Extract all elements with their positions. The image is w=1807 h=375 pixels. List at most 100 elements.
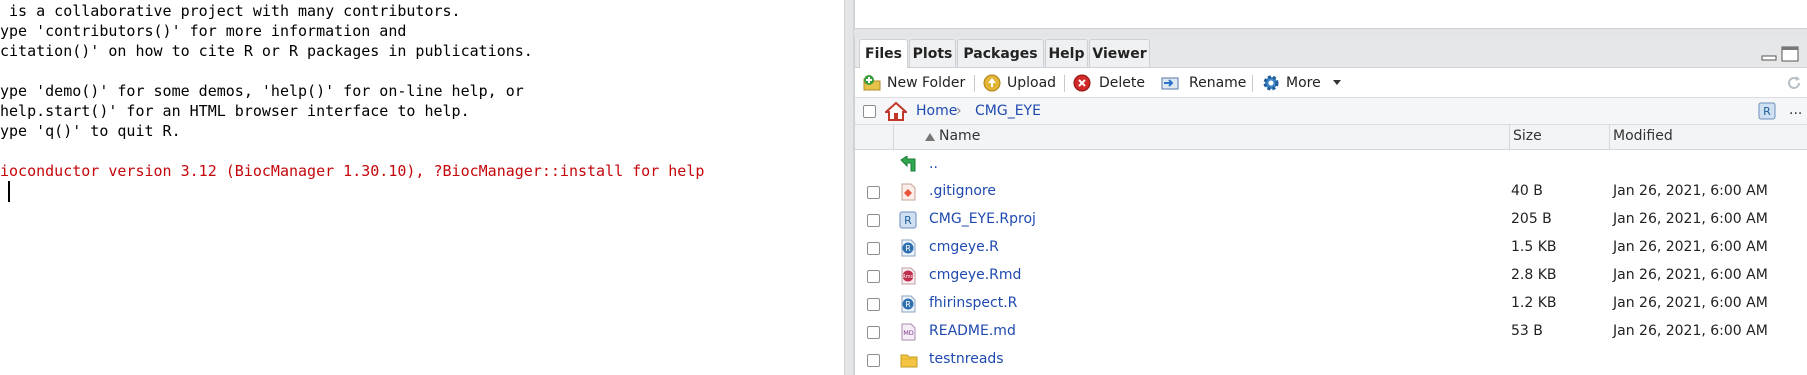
- files-pane: Files Plots Packages Help Viewer New Fol…: [854, 37, 1807, 375]
- file-name[interactable]: cmgeye.Rmd: [929, 267, 1021, 283]
- file-name[interactable]: .gitignore: [929, 183, 996, 199]
- up-arrow-icon: [900, 156, 916, 172]
- delete-label: Delete: [1099, 75, 1145, 91]
- parent-directory-row[interactable]: ..: [855, 151, 1807, 179]
- upload-button[interactable]: Upload: [983, 73, 1057, 93]
- minimize-pane-icon[interactable]: [1761, 48, 1777, 62]
- delete-button[interactable]: Delete: [1073, 73, 1145, 93]
- refresh-icon[interactable]: [1785, 74, 1803, 92]
- breadcrumb: Home › CMG_EYE R ...: [855, 98, 1807, 125]
- breadcrumb-cmg-eye[interactable]: CMG_EYE: [975, 103, 1041, 119]
- rename-button[interactable]: Rename: [1161, 73, 1246, 93]
- column-divider: [1509, 125, 1510, 150]
- console-line: citation()' on how to cite R or R packag…: [0, 42, 533, 60]
- file-modified: Jan 26, 2021, 6:00 AM: [1613, 183, 1768, 199]
- more-button[interactable]: More: [1262, 73, 1342, 93]
- gear-icon: [1263, 75, 1279, 91]
- column-name[interactable]: Name: [939, 128, 980, 144]
- console-line: ype 'q()' to quit R.: [0, 122, 181, 140]
- file-size: 1.2 KB: [1511, 295, 1557, 311]
- file-modified: Jan 26, 2021, 6:00 AM: [1613, 267, 1768, 283]
- file-size: 40 B: [1511, 183, 1543, 199]
- column-divider: [1609, 125, 1610, 150]
- pane-tabbar: Files Plots Packages Help Viewer: [855, 37, 1807, 68]
- md-file-icon: MD: [901, 323, 916, 341]
- svg-text:R: R: [905, 300, 911, 309]
- table-row[interactable]: testnreads: [855, 346, 1807, 374]
- breadcrumb-separator: ›: [956, 103, 962, 119]
- svg-text:Rmd: Rmd: [902, 274, 914, 280]
- column-size[interactable]: Size: [1513, 128, 1542, 144]
- row-checkbox[interactable]: [867, 270, 880, 283]
- new-folder-icon: [863, 75, 881, 91]
- new-folder-label: New Folder: [887, 75, 966, 91]
- rename-label: Rename: [1189, 75, 1247, 91]
- table-row[interactable]: R cmgeye.R 1.5 KB Jan 26, 2021, 6:00 AM: [855, 234, 1807, 262]
- console-line: help.start()' for an HTML browser interf…: [0, 102, 470, 120]
- new-folder-button[interactable]: New Folder: [863, 73, 966, 93]
- pane-splitter[interactable]: [844, 0, 854, 375]
- file-name[interactable]: CMG_EYE.Rproj: [929, 211, 1036, 227]
- rmd-file-icon: Rmd: [901, 267, 916, 285]
- tab-viewer[interactable]: Viewer: [1089, 39, 1150, 67]
- table-row[interactable]: R CMG_EYE.Rproj 205 B Jan 26, 2021, 6:00…: [855, 206, 1807, 234]
- row-checkbox[interactable]: [867, 214, 880, 227]
- select-all-checkbox[interactable]: [863, 105, 876, 118]
- file-modified: Jan 26, 2021, 6:00 AM: [1613, 211, 1768, 227]
- row-checkbox[interactable]: [867, 354, 880, 367]
- folder-icon: [900, 354, 918, 368]
- tab-plots[interactable]: Plots: [909, 39, 956, 67]
- pane-gap[interactable]: [854, 29, 1807, 37]
- tab-files[interactable]: Files: [859, 39, 908, 68]
- parent-directory-link[interactable]: ..: [929, 156, 938, 172]
- row-checkbox[interactable]: [867, 186, 880, 199]
- folder-name[interactable]: testnreads: [929, 351, 1004, 367]
- rename-icon: [1161, 77, 1179, 90]
- files-toolbar: New Folder Upload Delete Rename More: [855, 68, 1807, 98]
- file-size: 205 B: [1511, 211, 1552, 227]
- file-list-header: Name Size Modified: [855, 125, 1807, 150]
- rproj-file-icon: R: [899, 211, 917, 229]
- gitignore-file-icon: [901, 183, 916, 201]
- row-checkbox[interactable]: [867, 242, 880, 255]
- console-bioconductor-message: ioconductor version 3.12 (BiocManager 1.…: [0, 162, 705, 180]
- row-checkbox[interactable]: [867, 298, 880, 311]
- file-size: 2.8 KB: [1511, 267, 1557, 283]
- svg-text:R: R: [1763, 105, 1771, 118]
- r-file-icon: R: [901, 239, 916, 257]
- environment-pane: [854, 0, 1807, 29]
- sort-ascending-icon: [925, 133, 935, 141]
- delete-icon: [1073, 74, 1091, 92]
- file-size: 1.5 KB: [1511, 239, 1557, 255]
- column-modified[interactable]: Modified: [1613, 128, 1673, 144]
- path-overflow-menu[interactable]: ...: [1789, 102, 1802, 118]
- column-divider: [893, 125, 894, 150]
- maximize-pane-icon[interactable]: [1781, 46, 1799, 62]
- tab-packages[interactable]: Packages: [957, 39, 1044, 67]
- row-checkbox[interactable]: [867, 326, 880, 339]
- file-name[interactable]: fhirinspect.R: [929, 295, 1017, 311]
- tab-help[interactable]: Help: [1045, 39, 1088, 67]
- r-console[interactable]: is a collaborative project with many con…: [0, 0, 844, 375]
- upload-label: Upload: [1007, 75, 1057, 91]
- table-row[interactable]: MD README.md 53 B Jan 26, 2021, 6:00 AM: [855, 318, 1807, 346]
- console-line: ype 'demo()' for some demos, 'help()' fo…: [0, 82, 524, 100]
- table-row[interactable]: .gitignore 40 B Jan 26, 2021, 6:00 AM: [855, 178, 1807, 206]
- home-icon[interactable]: [885, 101, 907, 121]
- toolbar-divider: [974, 75, 975, 92]
- file-modified: Jan 26, 2021, 6:00 AM: [1613, 239, 1768, 255]
- file-modified: Jan 26, 2021, 6:00 AM: [1613, 323, 1768, 339]
- file-modified: Jan 26, 2021, 6:00 AM: [1613, 295, 1768, 311]
- rproj-go-icon[interactable]: R: [1758, 102, 1776, 120]
- file-name[interactable]: cmgeye.R: [929, 239, 999, 255]
- chevron-down-icon: [1333, 80, 1341, 85]
- table-row[interactable]: Rmd cmgeye.Rmd 2.8 KB Jan 26, 2021, 6:00…: [855, 262, 1807, 290]
- toolbar-divider: [1064, 75, 1065, 92]
- breadcrumb-home[interactable]: Home: [916, 103, 957, 119]
- file-name[interactable]: README.md: [929, 323, 1016, 339]
- more-label: More: [1286, 75, 1321, 91]
- toolbar-divider: [1252, 75, 1253, 92]
- table-row[interactable]: R fhirinspect.R 1.2 KB Jan 26, 2021, 6:0…: [855, 290, 1807, 318]
- console-line: is a collaborative project with many con…: [0, 2, 461, 20]
- svg-text:R: R: [904, 214, 912, 227]
